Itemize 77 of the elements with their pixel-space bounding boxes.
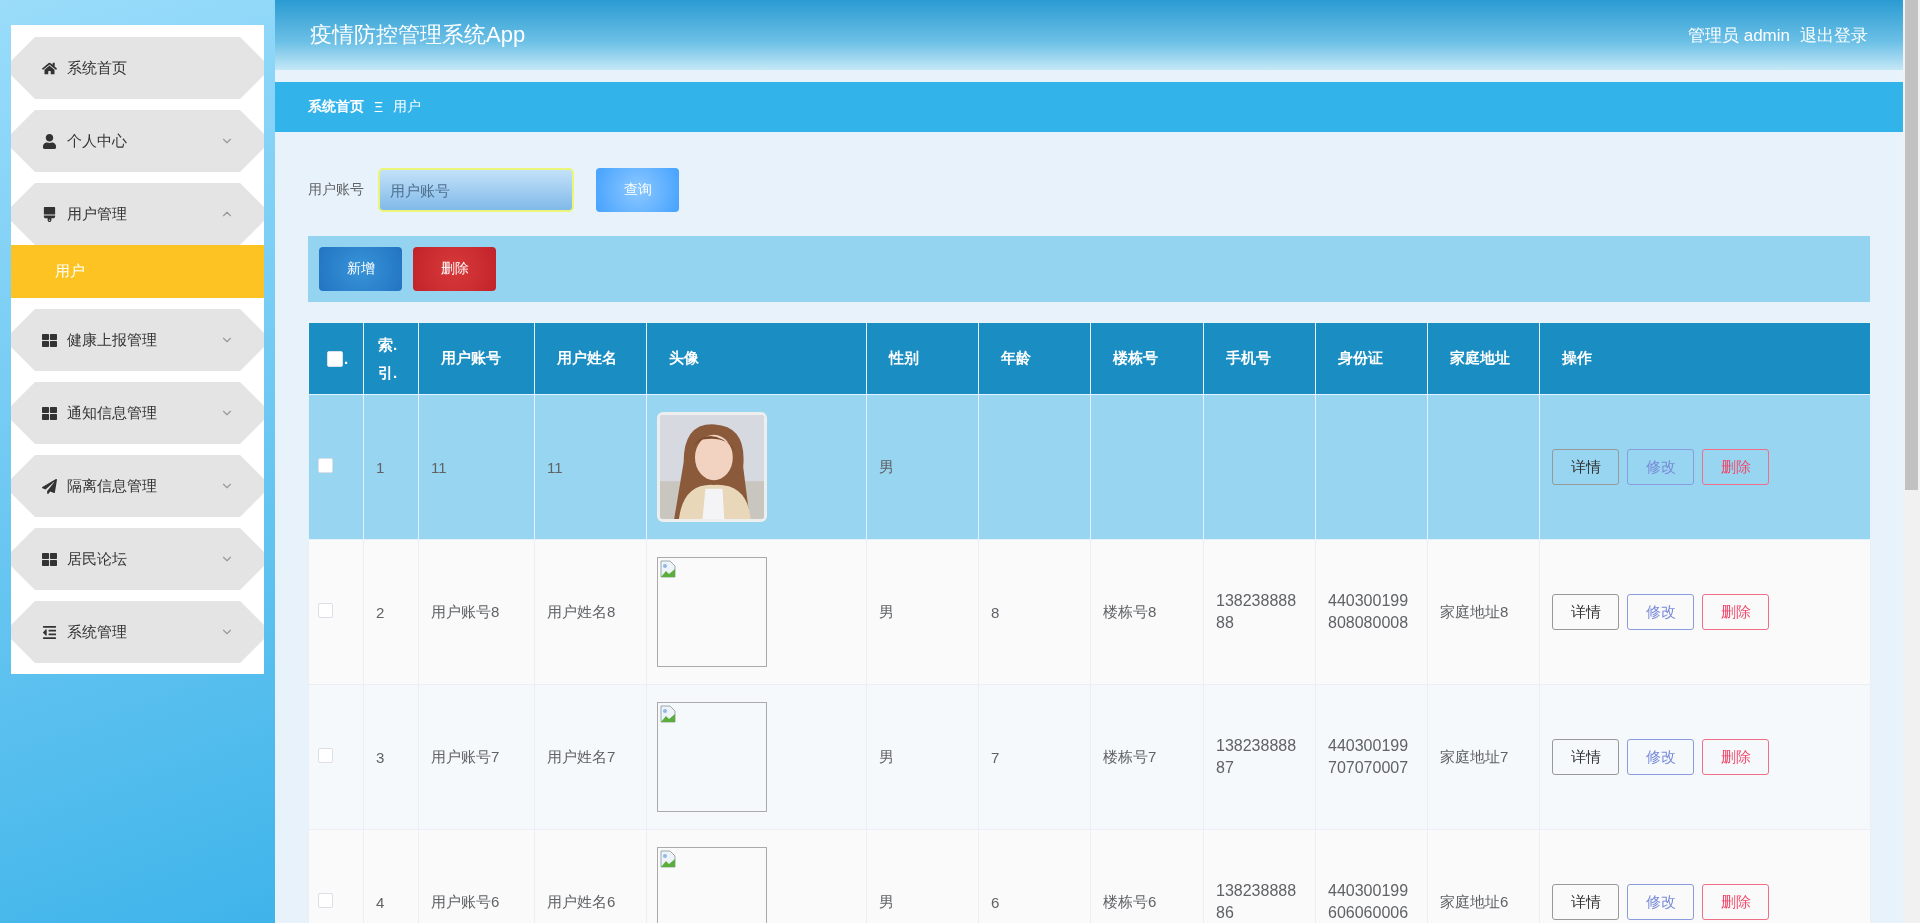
search-label: 用户账号: [308, 181, 364, 199]
table-cell: 3: [363, 684, 419, 830]
menu-item[interactable]: 用户管理: [11, 183, 264, 245]
table-cell: 男: [866, 394, 979, 540]
column-header: 用户姓名: [534, 322, 647, 395]
select-all-checkbox[interactable]: [327, 350, 343, 367]
home-icon: [42, 60, 57, 76]
breadcrumb-separator: Ξ: [374, 99, 384, 115]
menu-item[interactable]: 健康上报管理: [11, 309, 264, 371]
table-cell: 楼栋号8: [1090, 539, 1204, 685]
delete-button[interactable]: 删除: [1702, 594, 1769, 630]
list-indent-icon: [42, 624, 57, 640]
table-cell: 用户账号7: [418, 684, 535, 830]
table-cell: 楼栋号7: [1090, 684, 1204, 830]
row-checkbox[interactable]: [318, 603, 333, 618]
row-checkbox[interactable]: [318, 893, 333, 908]
delete-button[interactable]: 删除: [1702, 884, 1769, 920]
header-mark: .: [344, 350, 349, 367]
table-cell: 用户姓名7: [534, 684, 647, 830]
row-checkbox[interactable]: [318, 458, 333, 473]
table-row[interactable]: 2 用户账号8 用户姓名8 男 8 楼栋号8 13823888888 440300199808080008 家庭地址8 详情 修改 删除: [308, 539, 1871, 685]
table-cell: 11: [534, 394, 647, 540]
table-row[interactable]: 4 用户账号6 用户姓名6 男 6 楼栋号6 13823888886 440300199606060006 家庭地址6 详情 修改 删除: [308, 829, 1871, 923]
delete-button[interactable]: 删除: [413, 247, 496, 291]
table-cell: 用户账号8: [418, 539, 535, 685]
column-header: 年龄: [978, 322, 1091, 395]
broken-image-icon: [660, 560, 676, 578]
table-cell: 用户姓名8: [534, 539, 647, 685]
details-button[interactable]: 详情: [1552, 739, 1619, 775]
app-title: 疫情防控管理系统App: [310, 21, 527, 49]
menu-item[interactable]: 隔离信息管理: [11, 455, 264, 517]
table-cell: 1: [363, 394, 419, 540]
table-cell: 8: [978, 539, 1091, 685]
table-cell: 440300199707070007: [1315, 684, 1428, 830]
details-button[interactable]: 详情: [1552, 884, 1619, 920]
broken-image-icon: [660, 850, 676, 868]
add-button[interactable]: 新增: [319, 247, 402, 291]
grid-icon: [42, 551, 57, 567]
table-row[interactable]: 1 11 11 男 详情 修改 删除: [308, 394, 1871, 540]
menu-item[interactable]: 系统首页: [11, 37, 264, 99]
table-cell: 440300199808080008: [1315, 539, 1428, 685]
scrollbar[interactable]: [1903, 0, 1920, 923]
paper-plane-icon: [42, 478, 57, 494]
broken-image-icon: [660, 705, 676, 723]
table-cell: 男: [866, 684, 979, 830]
menu-item[interactable]: 系统管理: [11, 601, 264, 663]
row-checkbox[interactable]: [318, 748, 333, 763]
user-label: 管理员 admin: [1687, 24, 1790, 47]
table-cell: 13823888888: [1203, 539, 1316, 685]
column-header: 用户账号: [418, 322, 535, 395]
column-header: 操作: [1539, 322, 1871, 395]
column-header: 楼栋号: [1090, 322, 1204, 395]
grid-icon: [42, 405, 57, 421]
table-cell: 11: [418, 394, 535, 540]
scrollbar-thumb[interactable]: [1905, 0, 1918, 490]
column-header: 家庭地址: [1427, 322, 1540, 395]
column-header: 头像: [646, 322, 867, 395]
menu-item[interactable]: 通知信息管理: [11, 382, 264, 444]
menu-item[interactable]: 个人中心: [11, 110, 264, 172]
grid-icon: [42, 332, 57, 348]
user-icon: [42, 133, 57, 149]
table-cell: 家庭地址8: [1427, 539, 1540, 685]
table-row[interactable]: 3 用户账号7 用户姓名7 男 7 楼栋号7 13823888887 440300199707070007 家庭地址7 详情 修改 删除: [308, 684, 1871, 830]
table-cell: 男: [866, 539, 979, 685]
table-cell: 2: [363, 539, 419, 685]
brush-icon: [42, 206, 57, 222]
search-field[interactable]: 用户账号: [378, 168, 574, 212]
details-button[interactable]: 详情: [1552, 594, 1619, 630]
menu-item[interactable]: 居民论坛: [11, 528, 264, 590]
column-header: 手机号: [1203, 322, 1316, 395]
table-cell: 13823888887: [1203, 684, 1316, 830]
column-header: 索.引.: [363, 322, 419, 395]
details-button[interactable]: 详情: [1552, 449, 1619, 485]
table-cell: 7: [978, 684, 1091, 830]
column-header: 性别: [866, 322, 979, 395]
table-cell: 家庭地址7: [1427, 684, 1540, 830]
column-header: 身份证: [1315, 322, 1428, 395]
